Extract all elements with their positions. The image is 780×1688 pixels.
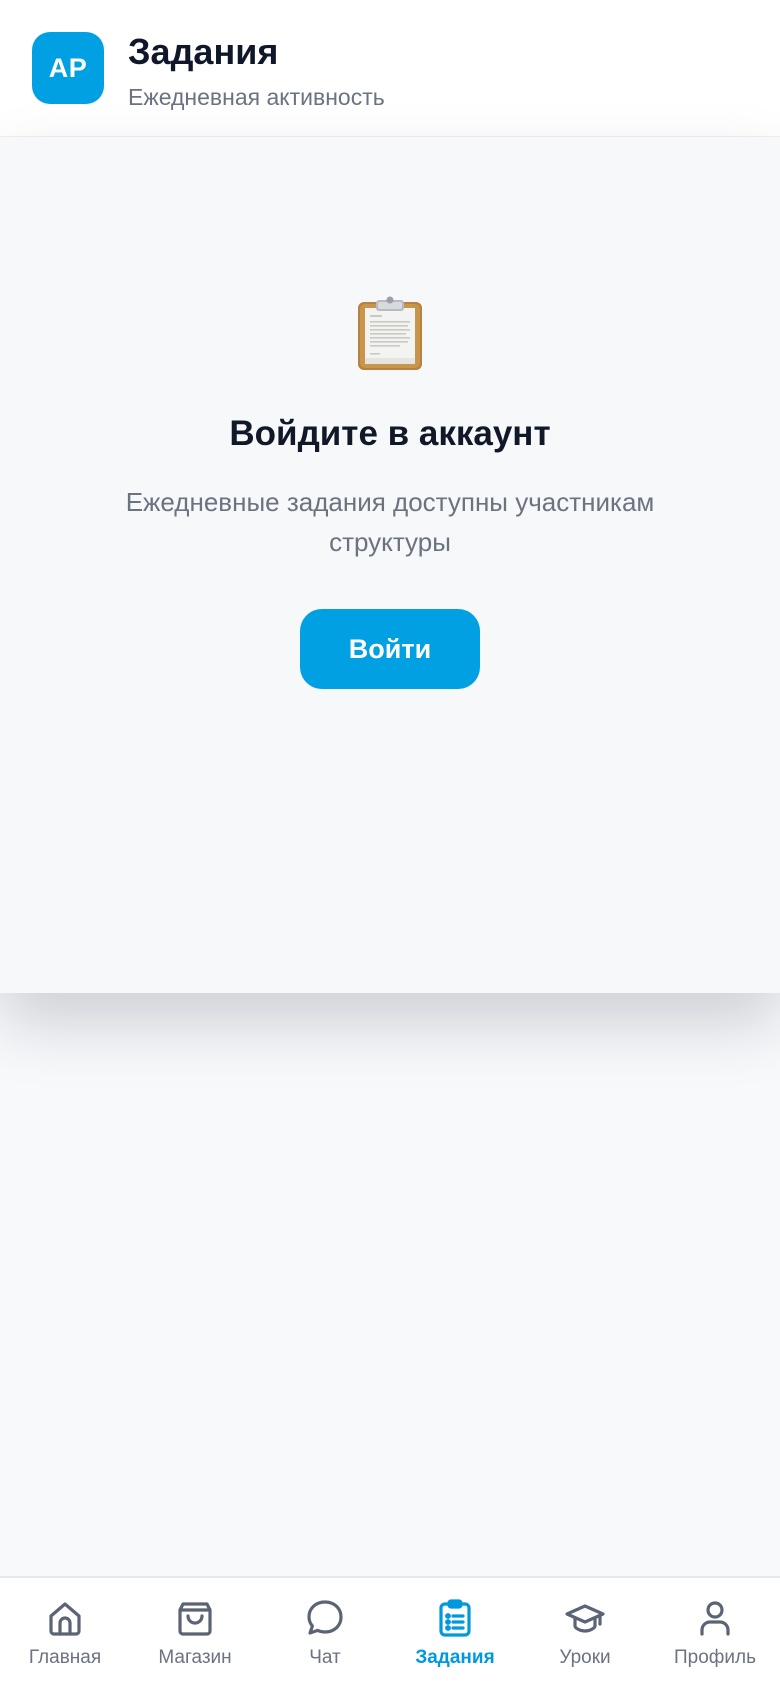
user-icon	[695, 1598, 735, 1638]
avatar-initials: AP	[48, 52, 88, 83]
tab-shop[interactable]: Магазин	[130, 1578, 260, 1688]
tab-chat[interactable]: Чат	[260, 1578, 390, 1688]
chat-bubble-icon	[305, 1598, 345, 1638]
bottom-tab-bar: Главная Магазин Чат Задания Уроки Профил…	[0, 1576, 780, 1688]
tab-label: Чат	[309, 1647, 341, 1668]
top-header: AP Задания Ежедневная активность	[0, 0, 780, 137]
tab-label: Уроки	[559, 1647, 611, 1668]
clipboard-icon	[356, 296, 424, 372]
login-required-panel	[0, 137, 780, 993]
tab-tasks[interactable]: Задания	[390, 1578, 520, 1688]
app-avatar[interactable]: AP	[32, 32, 104, 104]
login-title: Войдите в аккаунт	[229, 414, 551, 453]
tab-label: Профиль	[673, 1647, 757, 1668]
graduation-cap-icon	[565, 1598, 605, 1638]
tab-lessons[interactable]: Уроки	[520, 1578, 650, 1688]
tab-home[interactable]: Главная	[0, 1578, 130, 1688]
tab-label: Главная	[28, 1647, 102, 1668]
clipboard-list-icon	[435, 1598, 475, 1638]
shopping-bag-icon	[175, 1598, 215, 1638]
tab-label: Магазин	[158, 1647, 232, 1668]
home-icon	[45, 1598, 85, 1638]
tab-profile[interactable]: Профиль	[650, 1578, 780, 1688]
page-title: Задания	[128, 31, 279, 72]
login-description: Ежедневные задания доступны участникам с…	[125, 487, 655, 557]
tab-label: Задания	[415, 1647, 495, 1668]
login-button[interactable]: Войти	[300, 609, 480, 689]
page-subtitle: Ежедневная активность	[128, 84, 385, 110]
